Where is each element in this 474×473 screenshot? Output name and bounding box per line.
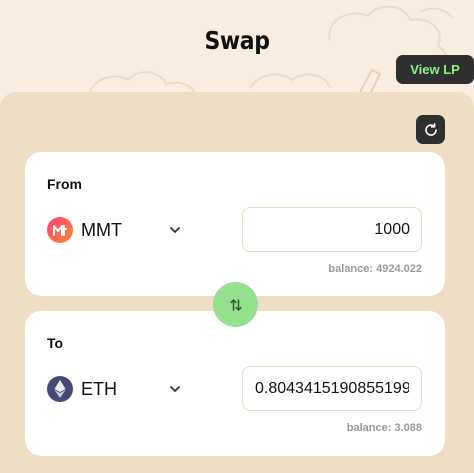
to-token-select[interactable]: ETH (47, 374, 187, 404)
swap-direction-button[interactable] (213, 282, 258, 327)
swap-arrows-icon (229, 298, 242, 311)
from-amount-input[interactable] (242, 207, 422, 252)
from-token-select[interactable]: MMT (47, 215, 187, 245)
mmt-glyph-icon (53, 225, 67, 236)
refresh-icon (424, 122, 437, 136)
to-label: To (47, 335, 64, 351)
view-lp-button[interactable]: View LP (396, 55, 474, 84)
mmt-token-icon (47, 217, 73, 243)
from-balance: balance: 4924.022 (328, 263, 422, 275)
refresh-button[interactable] (416, 115, 445, 144)
to-amount-input[interactable] (242, 366, 422, 411)
to-balance: balance: 3.088 (346, 422, 422, 434)
ethereum-diamond-icon (54, 380, 66, 398)
to-card: To ETH balance: 3.088 (25, 311, 445, 456)
chevron-down-icon (170, 227, 180, 233)
eth-token-icon (47, 376, 73, 402)
to-token-symbol: ETH (81, 378, 117, 399)
chevron-down-icon (170, 386, 180, 392)
from-label: From (47, 176, 82, 192)
page-title: Swap (204, 26, 270, 55)
from-token-symbol: MMT (81, 219, 122, 240)
from-card: From MMT balance: 4924.022 (25, 152, 445, 296)
